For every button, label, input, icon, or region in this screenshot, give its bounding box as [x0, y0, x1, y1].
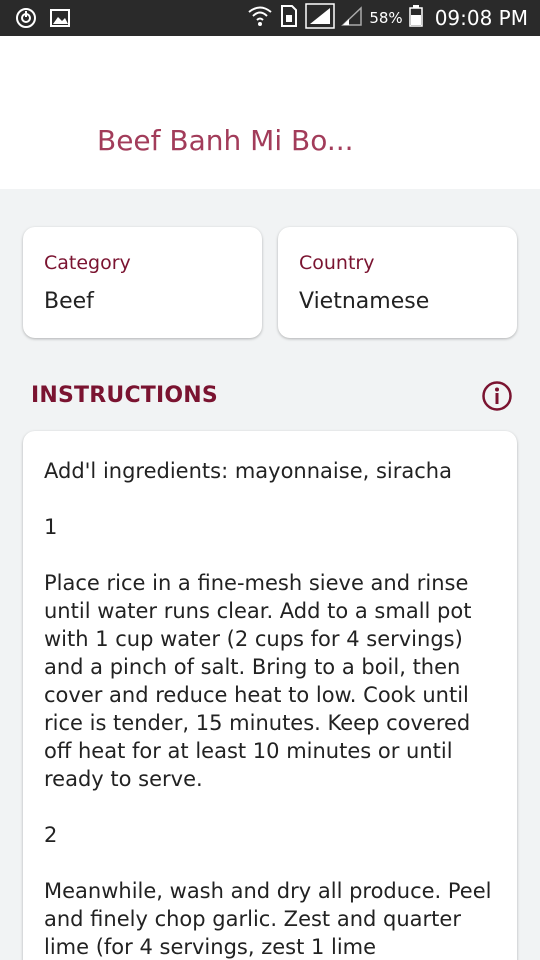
step-number: 1: [44, 515, 58, 539]
category-label: Category: [44, 252, 131, 274]
step-number: 2: [44, 823, 58, 847]
image-icon: [48, 6, 72, 30]
wifi-icon: [247, 4, 273, 33]
instruction-paragraph: Meanwhile, wash and dry all produce. Pee…: [44, 879, 492, 959]
info-icon[interactable]: [481, 380, 513, 412]
page-title: Beef Banh Mi Bo...: [97, 124, 354, 157]
country-label: Country: [299, 252, 375, 274]
category-value: Beef: [44, 289, 94, 314]
country-value: Vietnamese: [299, 289, 430, 314]
category-card: Category Beef: [23, 227, 262, 338]
signal-icon: [305, 2, 336, 34]
clock: 09:08 PM: [434, 6, 528, 30]
instruction-paragraph: Add'l ingredients: mayonnaise, siracha: [44, 459, 452, 483]
sim-icon: [279, 4, 299, 33]
instructions-heading: INSTRUCTIONS: [31, 383, 218, 408]
country-card: Country Vietnamese: [278, 227, 517, 338]
signal-weak-icon: [341, 5, 363, 32]
battery-icon: [408, 4, 423, 32]
instruction-paragraph: Place rice in a fine-mesh sieve and rins…: [44, 571, 472, 791]
battery-percent: 58%: [369, 9, 403, 27]
instructions-card: Add'l ingredients: mayonnaise, siracha 1…: [23, 431, 517, 960]
instructions-body: Add'l ingredients: mayonnaise, siracha 1…: [44, 457, 494, 960]
power-icon: [14, 6, 38, 30]
status-bar: 58% 09:08 PM: [0, 0, 540, 36]
app-header: Beef Banh Mi Bo...: [0, 36, 540, 189]
